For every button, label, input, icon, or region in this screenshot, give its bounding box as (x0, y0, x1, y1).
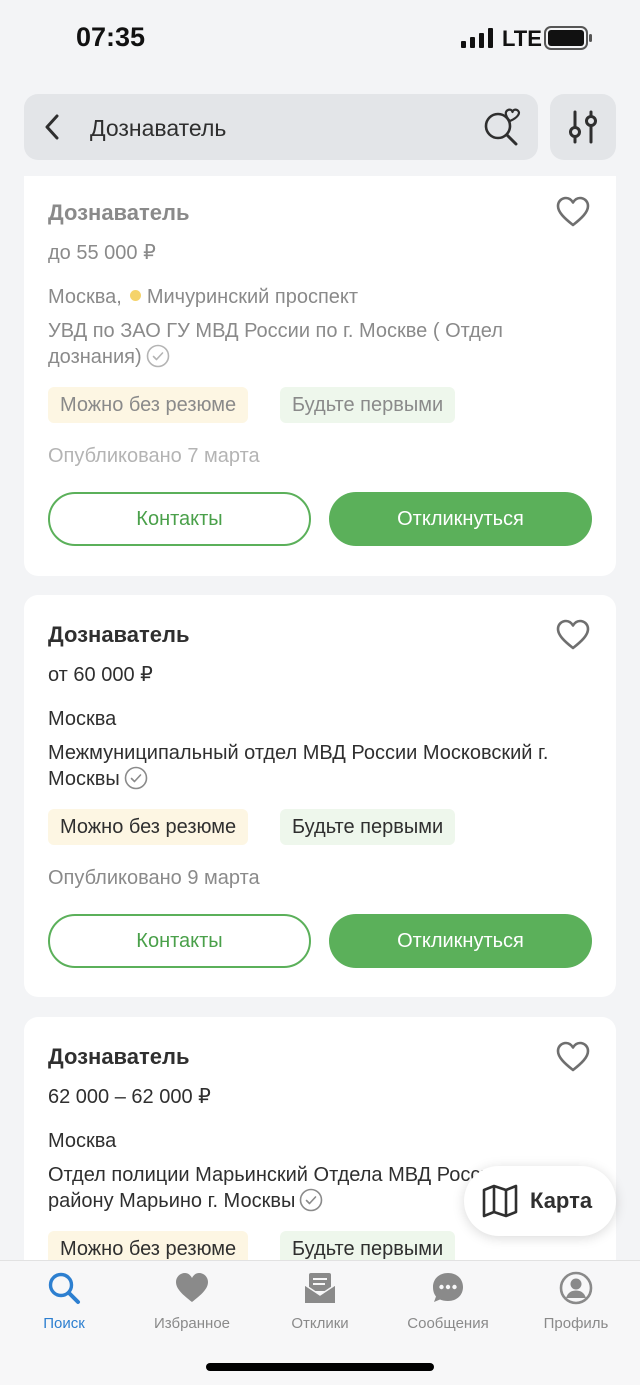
map-button[interactable]: Карта (464, 1166, 616, 1236)
contacts-button[interactable]: Контакты (48, 914, 311, 968)
verified-check-icon (146, 344, 169, 368)
vacancy-company[interactable]: УВД по ЗАО ГУ МВД России по г. Москве ( … (48, 318, 596, 370)
signal-icon (461, 28, 493, 48)
published-date: Опубликовано 7 марта (48, 445, 260, 467)
map-label: Карта (530, 1188, 593, 1213)
tab-search[interactable]: Поиск (0, 1271, 128, 1341)
search-query[interactable]: Дознаватель (90, 115, 226, 142)
tag-be-first: Будьте первыми (280, 387, 456, 423)
saved-search-icon[interactable] (482, 108, 522, 146)
vacancy-location: Москва, Мичуринский проспект (48, 286, 358, 309)
vacancy-title[interactable]: Дознаватель (48, 200, 190, 226)
favorite-heart-icon[interactable] (556, 196, 590, 228)
tag-no-resume: Можно без резюме (48, 809, 249, 845)
tab-label: Профиль (543, 1315, 609, 1332)
favorite-heart-icon[interactable] (556, 1041, 590, 1073)
vacancy-salary: от 60 000 ₽ (48, 664, 153, 686)
vacancy-city: Москва (48, 1130, 117, 1152)
tab-label: Поиск (43, 1315, 85, 1332)
home-indicator (206, 1363, 434, 1371)
search-icon (48, 1272, 80, 1304)
status-bar: 07:35 LTE (0, 0, 640, 80)
tab-label: Избранное (153, 1315, 231, 1332)
search-bar[interactable]: Дознаватель (24, 94, 538, 160)
back-arrow-icon[interactable] (38, 112, 68, 142)
status-time: 07:35 (76, 22, 146, 52)
tab-profile[interactable]: Профиль (512, 1271, 640, 1341)
vacancy-salary: до 55 000 ₽ (48, 242, 156, 264)
verified-check-icon (124, 766, 148, 790)
network-label: LTE (502, 26, 542, 51)
vacancy-city: Москва (48, 708, 117, 730)
company-name[interactable]: Отдел полиции Марьинский Отдела МВД Росс… (48, 1164, 530, 1212)
metro-dot-icon (129, 290, 141, 302)
tab-responses[interactable]: Отклики (256, 1271, 384, 1341)
tab-label: Отклики (291, 1315, 349, 1332)
heart-icon (176, 1273, 208, 1302)
contacts-button[interactable]: Контакты (48, 492, 311, 546)
map-icon (482, 1184, 518, 1218)
apply-button[interactable]: Откликнуться (329, 914, 592, 968)
tag-be-first: Будьте первыми (280, 809, 456, 845)
tag-be-first: Будьте первыми (280, 1231, 456, 1260)
vacancy-card[interactable]: Дознаватель от 60 000 ₽ Москва Межмуници… (24, 595, 616, 997)
vacancy-title[interactable]: Дознаватель (48, 1044, 190, 1070)
favorite-heart-icon[interactable] (556, 619, 590, 651)
vacancy-metro: Мичуринский проспект (146, 286, 359, 308)
published-date: Опубликовано 9 марта (48, 867, 260, 889)
tag-no-resume: Можно без резюме (48, 1231, 249, 1260)
responses-icon (304, 1273, 336, 1303)
battery-icon (544, 26, 592, 50)
company-name[interactable]: УВД по ЗАО ГУ МВД России по г. Москве ( … (48, 320, 503, 368)
vacancy-title[interactable]: Дознаватель (48, 622, 190, 648)
verified-check-icon (300, 1188, 323, 1212)
messages-icon (433, 1273, 463, 1302)
tab-label: Сообщения (407, 1315, 489, 1332)
profile-icon (559, 1271, 593, 1305)
vacancy-card[interactable]: Дознаватель до 55 000 ₽ Москва, Мичуринск… (24, 176, 616, 576)
vacancy-company[interactable]: Межмуниципальный отдел МВД России Москов… (48, 740, 596, 792)
tab-favorites[interactable]: Избранное (128, 1271, 256, 1341)
vacancy-city: Москва, (48, 286, 122, 308)
filter-icon (569, 110, 597, 144)
tab-messages[interactable]: Сообщения (384, 1271, 512, 1341)
vacancy-list[interactable]: Дознаватель до 55 000 ₽ Москва, Мичуринск… (0, 176, 640, 1260)
apply-button[interactable]: Откликнуться (329, 492, 592, 546)
tag-no-resume: Можно без резюме (48, 387, 249, 423)
vacancy-salary: 62 000 – 62 000 ₽ (48, 1086, 211, 1108)
filter-button[interactable] (550, 94, 616, 160)
